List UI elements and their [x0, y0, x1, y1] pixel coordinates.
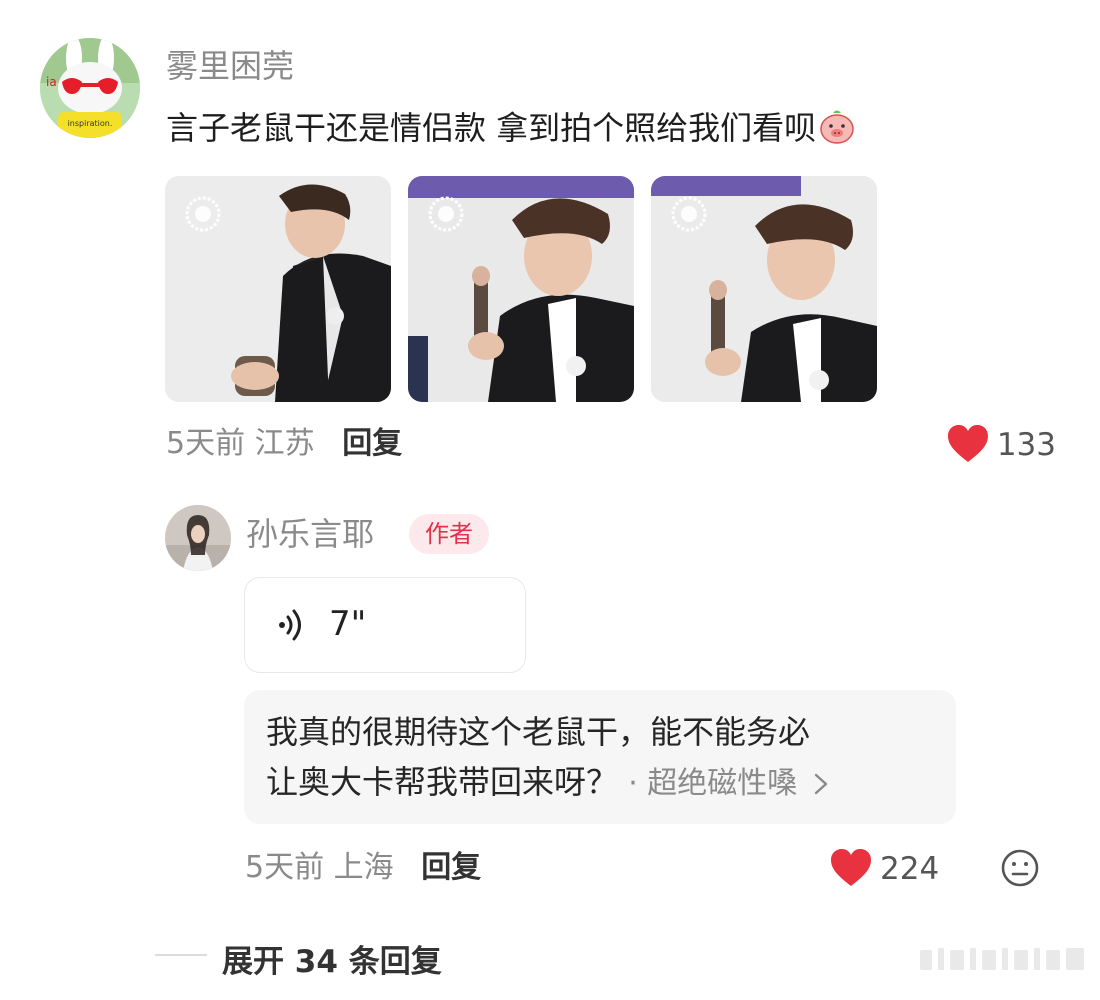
author-avatar[interactable] [165, 505, 231, 571]
heart-icon [830, 848, 872, 888]
watermark-logo [918, 944, 1088, 978]
reply-time: 5天前 [245, 850, 325, 885]
quoted-source[interactable]: · 超绝磁性嗓 [628, 766, 797, 801]
expand-replies-button[interactable]: 展开 34 条回复 [222, 936, 442, 981]
expand-divider [155, 954, 207, 956]
comment-reply-button[interactable]: 回复 [342, 426, 402, 461]
quoted-text-line-2: 让奥大卡帮我带回来呀？ [266, 763, 619, 801]
quoted-comment[interactable]: 我真的很期待这个老鼠干，能不能务必 让奥大卡帮我带回来呀？ · 超绝磁性嗓 [244, 690, 956, 824]
quoted-text-line-2-wrap: 让奥大卡帮我带回来呀？ · 超绝磁性嗓 [266, 754, 829, 812]
comment-time: 5天前 [166, 426, 246, 461]
comment-image-3[interactable] [651, 176, 877, 402]
commenter-avatar[interactable]: inspiration. ia [40, 38, 140, 138]
comment-image-2[interactable] [408, 176, 634, 402]
comment-like-button[interactable]: 133 [947, 424, 1056, 465]
quoted-text-line-1: 我真的很期待这个老鼠干，能不能务必 [266, 713, 811, 751]
voice-wave-icon [277, 608, 305, 646]
comment-body: 言子老鼠干还是情侣款 拿到拍个照给我们看呗 [166, 106, 856, 150]
voice-duration: 7" [329, 604, 367, 644]
reply-location: 上海 [333, 850, 394, 885]
comment-like-count: 133 [996, 427, 1056, 463]
svg-text:ia: ia [46, 75, 57, 89]
reply-like-button[interactable]: 224 [830, 848, 939, 889]
comment-image-1[interactable] [165, 176, 391, 402]
meh-face-icon[interactable] [1000, 848, 1040, 892]
reply-meta: 5天前 上海 回复 [245, 848, 481, 888]
author-username[interactable]: 孙乐言耶 [246, 514, 374, 554]
comment-text: 言子老鼠干还是情侣款 拿到拍个照给我们看呗 [166, 109, 817, 147]
chevron-right-icon[interactable] [807, 766, 829, 801]
commenter-username[interactable]: 雾里困莞 [166, 46, 294, 86]
voice-message[interactable]: 7" [244, 577, 526, 673]
comment-location: 江苏 [254, 426, 315, 461]
reply-reply-button[interactable]: 回复 [421, 850, 481, 885]
pig-face-emoji-icon [818, 107, 856, 145]
svg-text:inspiration.: inspiration. [68, 119, 113, 128]
author-badge: 作者 [409, 514, 489, 554]
heart-icon [947, 424, 989, 464]
comment-meta: 5天前 江苏 回复 [166, 424, 402, 464]
reply-like-count: 224 [880, 851, 940, 887]
